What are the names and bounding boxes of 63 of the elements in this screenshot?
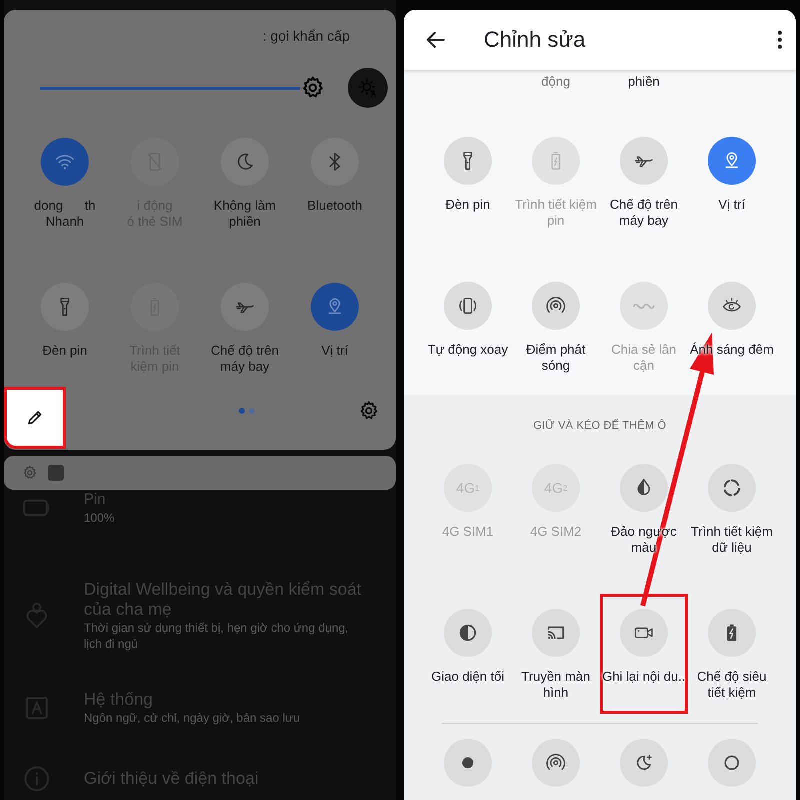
tile-button[interactable] <box>221 138 269 186</box>
tile-label: Vị trí <box>322 343 348 359</box>
tile-label: Giao diện tối <box>432 669 504 685</box>
tile-button[interactable] <box>532 609 580 657</box>
tile-label: phiền <box>628 74 660 91</box>
app-icon <box>48 465 64 481</box>
emergency-call-text: : gọi khẩn cấp <box>262 28 350 44</box>
tile-button[interactable] <box>708 137 756 185</box>
tile-button[interactable] <box>708 609 756 657</box>
page-dot[interactable] <box>239 408 245 414</box>
tile-label: Truyền màn hình <box>522 669 590 701</box>
ring-icon <box>721 477 743 499</box>
tile-label: Không làm phiền <box>214 198 276 230</box>
tile-label: Vị trí <box>718 197 746 213</box>
tile-label: Đèn pin <box>446 197 490 213</box>
tile-button[interactable] <box>620 464 668 512</box>
tile-button[interactable] <box>532 739 580 787</box>
more-options-button[interactable] <box>778 31 782 49</box>
tile-button[interactable] <box>708 282 756 330</box>
setting-subtitle: Thời gian sử dụng thiết bị, hẹn giờ cho ứng dụng, lịch đi ngủ <box>84 620 350 652</box>
tile-button[interactable] <box>444 282 492 330</box>
tile-button[interactable] <box>444 137 492 185</box>
tile-label: Tự động xoay <box>428 342 508 358</box>
screen-title: Chỉnh sửa <box>484 27 587 53</box>
tile-label: 4G SIM1 <box>442 524 494 540</box>
tile-label: 4G SIM2 <box>530 524 582 540</box>
tile-label: động <box>542 74 570 91</box>
tile-button[interactable] <box>620 609 668 657</box>
settings-icon <box>358 400 380 422</box>
tile-label: Ghi lại nội du.. <box>602 669 686 685</box>
tile-label: Chia sẻ lân cận <box>611 342 677 374</box>
tile-button[interactable] <box>41 283 89 331</box>
more-icon <box>778 31 782 49</box>
tile-button[interactable] <box>311 283 359 331</box>
tile-label: Chế độ siêu tiết kiệm <box>697 669 767 701</box>
edit-button[interactable] <box>4 386 66 448</box>
tile-label: dong th Nhanh <box>34 198 96 230</box>
setting-subtitle: Ngôn ngữ, cử chỉ, ngày giờ, bản sao lưu <box>84 710 300 726</box>
tile-button[interactable] <box>221 283 269 331</box>
tile-label: Trình tiết kiệm pin <box>515 197 597 229</box>
tile-label: Trình tiết kiệm dữ liệu <box>691 524 773 556</box>
half-circle-icon <box>457 622 479 644</box>
tile-label: Bluetooth <box>308 198 362 214</box>
tile-button[interactable] <box>444 739 492 787</box>
tile-button[interactable] <box>41 138 89 186</box>
settings-icon <box>22 465 38 481</box>
tile-button[interactable] <box>311 138 359 186</box>
tile-label: Điểm phát sóng <box>526 342 586 374</box>
tile-label: Chế độ trên máy bay <box>211 343 279 375</box>
tile-button[interactable] <box>708 739 756 787</box>
tile-button[interactable] <box>708 464 756 512</box>
settings-button[interactable] <box>358 400 380 422</box>
auto-brightness-button[interactable] <box>348 68 388 108</box>
tile-button[interactable] <box>444 609 492 657</box>
tile-button[interactable] <box>532 282 580 330</box>
tile-button[interactable] <box>620 739 668 787</box>
tile-button[interactable] <box>620 137 668 185</box>
page-dot[interactable] <box>249 408 255 414</box>
setting-subtitle: 100% <box>84 510 115 526</box>
tile-label: Chế độ trên máy bay <box>610 197 678 229</box>
tile-label: Đèn pin <box>42 343 88 359</box>
phone-rotate-icon <box>457 295 479 317</box>
section-title: GIỮ VÀ KÉO ĐỂ THÊM Ô <box>534 419 666 433</box>
